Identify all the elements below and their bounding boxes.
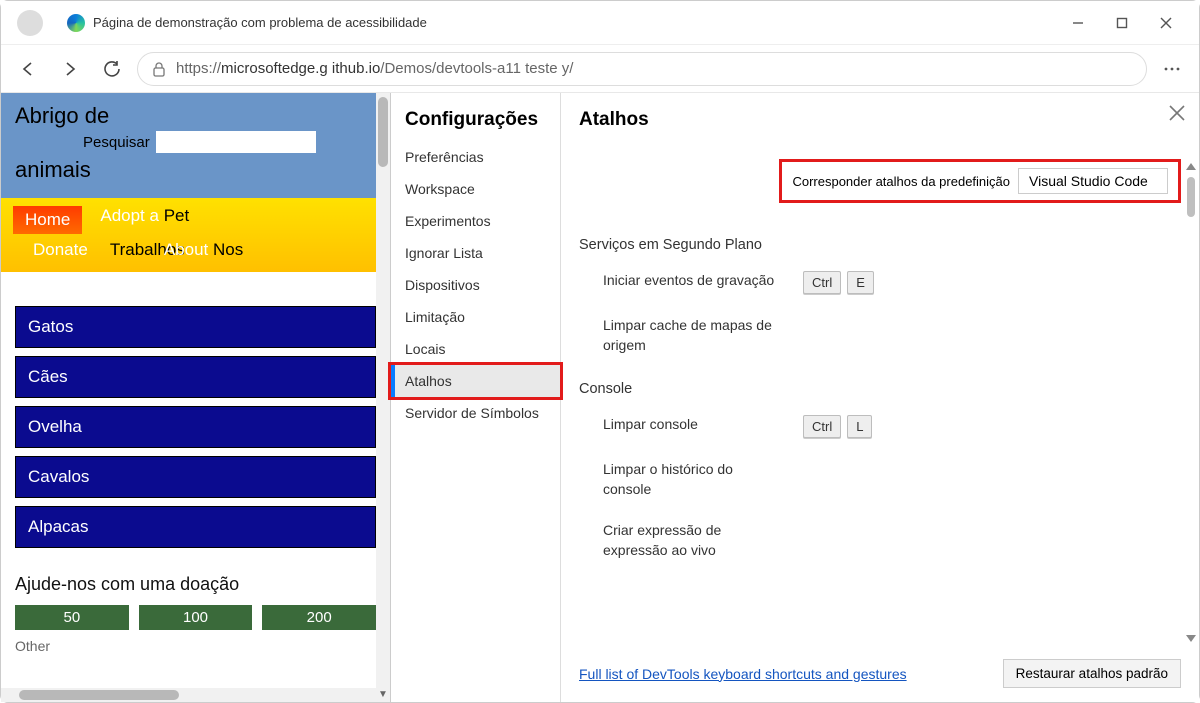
shortcuts-doc-link[interactable]: Full list of DevTools keyboard shortcuts… xyxy=(579,666,907,682)
devtools-scrollbar[interactable] xyxy=(1185,163,1197,642)
panel-title: Atalhos xyxy=(579,109,1181,131)
category-item[interactable]: Alpacas xyxy=(15,506,376,548)
nav-pet[interactable]: Pet xyxy=(164,206,190,225)
shortcut-label: Iniciar eventos de gravação xyxy=(603,271,783,291)
site-title-line2: animais xyxy=(15,157,376,183)
url-host: microsoftedge.g ithub.io xyxy=(221,60,380,77)
page-viewport: Abrigo de Pesquisar animais Home Adopt a… xyxy=(1,93,391,702)
category-list: Gatos Cães Ovelha Cavalos Alpacas xyxy=(1,272,390,558)
shortcut-section-title: Serviços em Segundo Plano xyxy=(579,237,1181,253)
settings-sidebar-item[interactable]: Servidor de Símbolos xyxy=(391,397,560,429)
edge-icon xyxy=(67,14,85,32)
minimize-button[interactable] xyxy=(1069,14,1087,32)
preset-select[interactable]: Visual Studio Code xyxy=(1018,168,1168,194)
demo-header: Abrigo de Pesquisar animais xyxy=(1,93,390,198)
browser-toolbar: https:// microsoftedge.g ithub.io /Demos… xyxy=(1,45,1199,93)
scrollbar-thumb[interactable] xyxy=(378,97,388,167)
settings-title: Configurações xyxy=(391,109,560,141)
scroll-down-icon[interactable]: ▼ xyxy=(376,689,390,700)
shortcut-label: Limpar console xyxy=(603,415,783,435)
close-button[interactable] xyxy=(1157,14,1175,32)
window-controls xyxy=(1069,14,1193,32)
address-bar[interactable]: https:// microsoftedge.g ithub.io /Demos… xyxy=(137,52,1147,86)
shortcut-label: Criar expressão de expressão ao vivo xyxy=(603,521,783,560)
shortcut-row: Limpar console Ctrl L xyxy=(579,411,1181,456)
shortcut-label: Limpar o histórico do console xyxy=(603,460,783,499)
horizontal-scrollbar[interactable] xyxy=(1,688,376,702)
url-path: /Demos/devtools-a11 teste y/ xyxy=(380,60,573,77)
lock-icon xyxy=(152,61,166,77)
nav-donate[interactable]: Donate xyxy=(33,240,88,260)
shortcut-keys: Ctrl L xyxy=(803,415,872,438)
close-settings-button[interactable] xyxy=(1169,105,1185,121)
browser-titlebar: Página de demonstração com problema de a… xyxy=(1,1,1199,45)
shortcut-keys: Ctrl E xyxy=(803,271,874,294)
category-item[interactable]: Gatos xyxy=(15,306,376,348)
other-label: Other xyxy=(1,630,390,662)
keycap: Ctrl xyxy=(803,415,841,438)
maximize-button[interactable] xyxy=(1113,14,1131,32)
scroll-up-icon[interactable] xyxy=(1186,163,1196,170)
profile-avatar[interactable] xyxy=(17,10,43,36)
vertical-scrollbar[interactable]: ▼ xyxy=(376,93,390,702)
back-button[interactable] xyxy=(11,52,45,86)
keycap: E xyxy=(847,271,874,294)
donation-amount-button[interactable]: 50 xyxy=(15,605,129,630)
nav-adopt[interactable]: Adopt a xyxy=(100,206,159,225)
nav-nos[interactable]: Nos xyxy=(213,240,243,259)
preset-row: Corresponder atalhos da predefinição Vis… xyxy=(779,159,1181,203)
settings-sidebar: Configurações PreferênciasWorkspaceExper… xyxy=(391,93,561,702)
restore-defaults-button[interactable]: Restaurar atalhos padrão xyxy=(1003,659,1181,688)
more-menu-button[interactable] xyxy=(1155,52,1189,86)
settings-sidebar-item[interactable]: Limitação xyxy=(391,301,560,333)
settings-sidebar-item[interactable]: Dispositivos xyxy=(391,269,560,301)
keycap: Ctrl xyxy=(803,271,841,294)
donation-heading: Ajude-nos com uma doação xyxy=(1,558,390,605)
keycap: L xyxy=(847,415,872,438)
shortcut-row: Limpar cache de mapas de origem xyxy=(579,312,1181,373)
search-label: Pesquisar xyxy=(83,134,150,151)
donation-amount-button[interactable]: 100 xyxy=(139,605,253,630)
shortcut-row: Iniciar eventos de gravação Ctrl E xyxy=(579,267,1181,312)
settings-sidebar-item[interactable]: Ignorar Lista xyxy=(391,237,560,269)
category-item[interactable]: Cães xyxy=(15,356,376,398)
settings-footer: Full list of DevTools keyboard shortcuts… xyxy=(579,649,1181,702)
shortcut-section-title: Console xyxy=(579,381,1181,397)
donation-amount-button[interactable]: 200 xyxy=(262,605,376,630)
nav-about[interactable]: About xyxy=(164,240,208,259)
tab-title: Página de demonstração com problema de a… xyxy=(93,15,427,30)
settings-sidebar-item[interactable]: Workspace xyxy=(391,173,560,205)
category-item[interactable]: Cavalos xyxy=(15,456,376,498)
settings-sidebar-item[interactable]: Preferências xyxy=(391,141,560,173)
scroll-down-icon[interactable] xyxy=(1186,635,1196,642)
shortcut-label: Limpar cache de mapas de origem xyxy=(603,316,783,355)
h-scrollbar-thumb[interactable] xyxy=(19,690,179,700)
settings-main: Atalhos Corresponder atalhos da predefin… xyxy=(561,93,1199,702)
category-item[interactable]: Ovelha xyxy=(15,406,376,448)
devtools-scroll-thumb[interactable] xyxy=(1187,177,1195,217)
browser-tab[interactable]: Página de demonstração com problema de a… xyxy=(53,6,441,40)
refresh-button[interactable] xyxy=(95,52,129,86)
shortcut-row: Limpar o histórico do console xyxy=(579,456,1181,517)
nav-home[interactable]: Home xyxy=(13,206,82,234)
demo-nav: Home Adopt a Pet Donate Trabalhos About … xyxy=(1,198,390,272)
settings-sidebar-item[interactable]: Experimentos xyxy=(391,205,560,237)
settings-sidebar-item[interactable]: Atalhos xyxy=(391,365,560,397)
url-prefix: https:// xyxy=(176,60,221,77)
search-input[interactable] xyxy=(156,131,316,153)
donation-row: 50 100 200 xyxy=(1,605,390,630)
shortcut-row: Criar expressão de expressão ao vivo xyxy=(579,517,1181,578)
site-title-line1: Abrigo de xyxy=(15,103,376,129)
forward-button[interactable] xyxy=(53,52,87,86)
settings-sidebar-item[interactable]: Locais xyxy=(391,333,560,365)
devtools-panel: Configurações PreferênciasWorkspaceExper… xyxy=(391,93,1199,702)
preset-label: Corresponder atalhos da predefinição xyxy=(792,174,1010,189)
preset-value: Visual Studio Code xyxy=(1029,173,1148,189)
